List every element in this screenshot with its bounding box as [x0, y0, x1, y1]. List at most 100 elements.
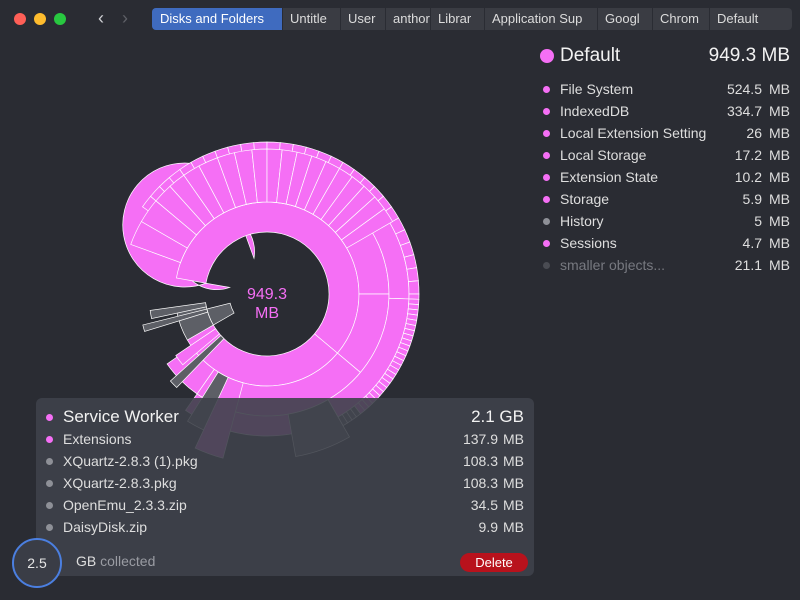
folder-item-row[interactable]: Sessions 4.7 MB: [540, 232, 790, 254]
folder-size: 949.3 MB: [708, 45, 790, 66]
item-size-unit: MB: [769, 125, 790, 141]
item-size-unit: MB: [769, 169, 790, 185]
folder-color-dot: [540, 49, 554, 63]
item-size-unit: MB: [769, 257, 790, 273]
sunburst-segment[interactable]: [406, 267, 419, 283]
folder-item-row[interactable]: File System 524.5 MB: [540, 78, 790, 100]
zoom-window-button[interactable]: [54, 13, 66, 25]
delete-button[interactable]: Delete: [460, 553, 528, 572]
item-name: OpenEmu_2.3.3.zip: [63, 497, 187, 513]
folder-item-row[interactable]: Storage 5.9 MB: [540, 188, 790, 210]
disk-usage-sunburst[interactable]: [0, 40, 540, 460]
sunburst-segment[interactable]: [408, 280, 420, 295]
collected-item-row[interactable]: Extensions 137.9 MB: [46, 428, 524, 450]
item-name: Sessions: [560, 235, 617, 251]
center-size-value: 949.3: [246, 286, 288, 303]
item-size: 21.1: [734, 257, 762, 273]
item-name: Storage: [560, 191, 610, 207]
item-size: 524.5: [726, 81, 762, 97]
item-size: 10.2: [734, 169, 762, 185]
item-size: 334.7: [726, 103, 762, 119]
center-size-unit: MB: [255, 305, 279, 322]
item-name: Extensions: [63, 431, 132, 447]
collected-amount-circle[interactable]: 2.5: [12, 538, 62, 588]
collected-label: collected: [100, 553, 156, 569]
item-size: 137.9: [462, 431, 498, 447]
folder-item-row[interactable]: IndexedDB 334.7 MB: [540, 100, 790, 122]
collected-item-row[interactable]: XQuartz-2.8.3.pkg 108.3 MB: [46, 472, 524, 494]
item-name: XQuartz-2.8.3 (1).pkg: [63, 453, 198, 469]
collected-item-row[interactable]: XQuartz-2.8.3 (1).pkg 108.3 MB: [46, 450, 524, 472]
item-size-unit: MB: [769, 213, 790, 229]
item-size-unit: MB: [769, 235, 790, 251]
collected-unit: GB: [76, 553, 97, 569]
breadcrumb-item[interactable]: anthor: [385, 8, 430, 30]
collector-title: Service Worker: [63, 407, 179, 426]
collected-summary: GB collected: [76, 553, 155, 569]
folder-item-row[interactable]: smaller objects... 21.1 MB: [540, 254, 790, 276]
title-bar: ‹ › Disks and Folders Untitle User anthor Li…: [0, 0, 800, 38]
item-size-unit: MB: [769, 147, 790, 163]
breadcrumb-item[interactable]: Librar: [430, 8, 484, 30]
item-name: IndexedDB: [560, 103, 630, 119]
item-name: File System: [560, 81, 634, 97]
collected-item-row[interactable]: OpenEmu_2.3.3.zip 34.5 MB: [46, 494, 524, 516]
item-name: XQuartz-2.8.3.pkg: [63, 475, 177, 491]
item-color-dot: [46, 502, 53, 509]
item-size-unit: MB: [769, 81, 790, 97]
chevron-left-icon[interactable]: ‹: [98, 8, 104, 28]
item-color-dot: [46, 524, 53, 531]
chevron-right-icon[interactable]: ›: [122, 8, 128, 28]
minimize-window-button[interactable]: [34, 13, 46, 25]
collected-item-row[interactable]: DaisyDisk.zip 9.9 MB: [46, 516, 524, 538]
item-color-dot: [543, 218, 550, 225]
item-color-dot: [543, 240, 550, 247]
breadcrumb-item[interactable]: Application Sup: [484, 8, 597, 30]
item-size: 5.9: [742, 191, 762, 207]
item-color-dot: [46, 458, 53, 465]
collector-color-dot: [46, 414, 53, 421]
item-size-unit: MB: [503, 519, 524, 535]
item-name: Local Extension Setting: [560, 125, 706, 141]
item-color-dot: [543, 86, 550, 93]
item-color-dot: [543, 262, 550, 269]
close-window-button[interactable]: [14, 13, 26, 25]
breadcrumb: Disks and Folders Untitle User anthor Librar…: [152, 8, 792, 30]
item-color-dot: [543, 152, 550, 159]
item-size: 4.7: [742, 235, 762, 251]
breadcrumb-item[interactable]: Disks and Folders: [152, 8, 282, 30]
item-color-dot: [46, 436, 53, 443]
item-size: 5: [754, 213, 762, 229]
collector-panel[interactable]: Service Worker 2.1 GB Extensions 137.9 MB X…: [36, 398, 534, 576]
sunburst-segment[interactable]: [408, 293, 420, 300]
item-size-unit: MB: [503, 453, 524, 469]
item-size: 26: [746, 125, 762, 141]
collector-title-size: 2.1 GB: [471, 407, 524, 426]
folder-name: Default: [560, 45, 621, 66]
collector-header[interactable]: Service Worker 2.1 GB: [46, 406, 524, 428]
breadcrumb-item[interactable]: Chrom: [652, 8, 709, 30]
item-name: Local Storage: [560, 147, 647, 163]
item-name: History: [560, 213, 604, 229]
item-color-dot: [543, 174, 550, 181]
breadcrumb-item[interactable]: Googl: [597, 8, 652, 30]
folder-item-row[interactable]: History 5 MB: [540, 210, 790, 232]
item-name: DaisyDisk.zip: [63, 519, 148, 535]
folder-item-row[interactable]: Local Storage 17.2 MB: [540, 144, 790, 166]
folder-item-row[interactable]: Local Extension Setting 26 MB: [540, 122, 790, 144]
center-size-label[interactable]: 949.3 MB: [227, 285, 307, 323]
folder-item-row[interactable]: Extension State 10.2 MB: [540, 166, 790, 188]
item-size-unit: MB: [769, 191, 790, 207]
item-name: Extension State: [560, 169, 659, 185]
item-size-unit: MB: [503, 475, 524, 491]
item-size: 34.5: [470, 497, 498, 513]
item-color-dot: [543, 130, 550, 137]
item-size: 108.3: [462, 453, 498, 469]
collected-amount: 2.5: [27, 555, 47, 571]
item-size: 108.3: [462, 475, 498, 491]
item-name: smaller objects...: [560, 257, 666, 273]
breadcrumb-item[interactable]: User: [340, 8, 385, 30]
item-color-dot: [543, 196, 550, 203]
breadcrumb-item[interactable]: Untitle: [282, 8, 340, 30]
breadcrumb-item[interactable]: Default: [709, 8, 772, 30]
